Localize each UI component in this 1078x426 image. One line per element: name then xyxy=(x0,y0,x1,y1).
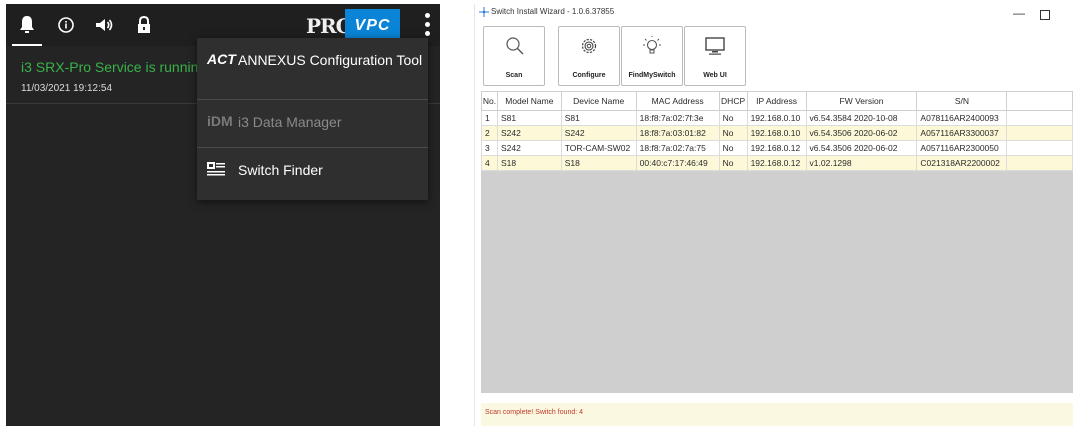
cell-dhcp: No xyxy=(718,140,748,156)
configure-button[interactable]: Configure xyxy=(558,26,620,86)
cell-fw-version: v1.02.1298 xyxy=(805,155,918,171)
active-tab-indicator xyxy=(12,44,42,46)
cell-filler xyxy=(1006,110,1073,126)
cell-model-name: S18 xyxy=(496,155,562,171)
column-header-ip-address[interactable]: IP Address xyxy=(746,91,807,111)
cell-no: 1 xyxy=(481,110,498,126)
cell-dhcp: No xyxy=(718,110,748,126)
menu-item-switch-finder[interactable]: Switch Finder xyxy=(197,148,428,196)
switch-install-wizard-window: Switch Install Wizard - 1.0.6.37855 — Sc… xyxy=(474,4,1073,426)
menu-item-label: Switch Finder xyxy=(238,162,323,178)
column-header-fw-version[interactable]: FW Version xyxy=(805,91,918,111)
scan-button-label: Scan xyxy=(505,72,523,79)
cell-no: 3 xyxy=(481,140,498,156)
switch-table-area: No. Model Name Device Name MAC Address D… xyxy=(481,91,1073,393)
gear-icon xyxy=(578,35,600,57)
cell-mac-address: 18:f8:7a:02:7a:75 xyxy=(635,140,720,156)
findmyswitch-button-label: FindMySwitch xyxy=(628,72,676,79)
switch-table: No. Model Name Device Name MAC Address D… xyxy=(481,91,1073,171)
idm-logo-icon: iDM xyxy=(207,113,233,129)
cell-ip-address: 192.168.0.10 xyxy=(746,110,807,126)
cell-mac-address: 18:f8:7a:02:7f:3e xyxy=(635,110,720,126)
column-header-sn[interactable]: S/N xyxy=(916,91,1008,111)
more-options-icon[interactable] xyxy=(422,13,432,39)
cell-ip-address: 192.168.0.12 xyxy=(746,140,807,156)
lock-icon[interactable] xyxy=(132,13,156,37)
cell-sn: A057116AR3300037 xyxy=(916,125,1008,141)
cell-mac-address: 00:40:c7:17:46:49 xyxy=(635,155,720,171)
cell-mac-address: 18:f8:7a:03:01:82 xyxy=(635,125,720,141)
table-row[interactable]: 2 S242 S242 18:f8:7a:03:01:82 No 192.168… xyxy=(481,125,1073,141)
cell-model-name: S242 xyxy=(496,125,562,141)
cell-no: 4 xyxy=(481,155,498,171)
column-header-model-name[interactable]: Model Name xyxy=(496,91,562,111)
search-icon xyxy=(503,35,525,57)
cell-filler xyxy=(1006,155,1073,171)
cell-device-name: S242 xyxy=(560,125,637,141)
info-icon[interactable] xyxy=(54,13,78,37)
cell-device-name: TOR-CAM-SW02 xyxy=(560,140,637,156)
cell-fw-version: v6.54.3506 2020-06-02 xyxy=(805,125,918,141)
scan-status-message: Scan complete! Switch found: 4 xyxy=(485,409,584,416)
cell-filler xyxy=(1006,125,1073,141)
cell-model-name: S81 xyxy=(496,110,562,126)
cell-device-name: S81 xyxy=(560,110,637,126)
cell-sn: A078116AR2400093 xyxy=(916,110,1008,126)
scan-button[interactable]: Scan xyxy=(483,26,545,86)
lightbulb-icon xyxy=(641,35,663,57)
bell-icon[interactable] xyxy=(15,13,39,37)
column-header-mac-address[interactable]: MAC Address xyxy=(635,91,720,111)
switch-finder-icon xyxy=(207,162,225,179)
web-ui-button-label: Web UI xyxy=(703,72,727,79)
table-row[interactable]: 1 S81 S81 18:f8:7a:02:7f:3e No 192.168.0… xyxy=(481,110,1073,126)
column-header-device-name[interactable]: Device Name xyxy=(560,91,637,111)
overflow-menu: ACT ANNEXUS Configuration Tool iDM i3 Da… xyxy=(197,38,428,200)
cell-filler xyxy=(1006,140,1073,156)
cell-sn: A057116AR2300050 xyxy=(916,140,1008,156)
title-bar[interactable]: Switch Install Wizard - 1.0.6.37855 — xyxy=(475,4,1073,26)
service-status-text: i3 SRX-Pro Service is running xyxy=(21,59,207,75)
cell-fw-version: v6.54.3506 2020-06-02 xyxy=(805,140,918,156)
table-row[interactable]: 4 S18 S18 00:40:c7:17:46:49 No 192.168.0… xyxy=(481,155,1073,171)
table-row[interactable]: 3 S242 TOR-CAM-SW02 18:f8:7a:02:7a:75 No… xyxy=(481,140,1073,156)
menu-item-label: i3 Data Manager xyxy=(238,114,342,130)
menu-item-annexus-config-tool[interactable]: ACT ANNEXUS Configuration Tool xyxy=(197,38,428,86)
column-header-dhcp[interactable]: DHCP xyxy=(718,91,748,111)
speaker-icon[interactable] xyxy=(92,13,116,37)
cell-dhcp: No xyxy=(718,155,748,171)
cell-device-name: S18 xyxy=(560,155,637,171)
window-title: Switch Install Wizard - 1.0.6.37855 xyxy=(491,7,615,16)
cell-sn: C021318AR2200002 xyxy=(916,155,1008,171)
cell-model-name: S242 xyxy=(496,140,562,156)
cell-fw-version: v6.54.3584 2020-10-08 xyxy=(805,110,918,126)
column-header-no[interactable]: No. xyxy=(481,91,498,111)
act-logo-icon: ACT xyxy=(207,51,236,67)
service-status-timestamp: 11/03/2021 19:12:54 xyxy=(21,83,113,94)
web-ui-button[interactable]: Web UI xyxy=(684,26,746,86)
notification-panel: PRO VPC i3 SRX-Pro Service is running 11… xyxy=(6,4,440,426)
findmyswitch-button[interactable]: FindMySwitch xyxy=(621,26,683,86)
minimize-button[interactable]: — xyxy=(1013,6,1025,20)
cell-ip-address: 192.168.0.12 xyxy=(746,155,807,171)
menu-item-label: ANNEXUS Configuration Tool xyxy=(238,52,423,68)
cell-ip-address: 192.168.0.10 xyxy=(746,125,807,141)
monitor-icon xyxy=(704,35,726,57)
menu-item-i3-data-manager[interactable]: iDM i3 Data Manager xyxy=(197,100,428,148)
column-header-filler xyxy=(1006,91,1073,111)
cell-no: 2 xyxy=(481,125,498,141)
status-bar: Scan complete! Switch found: 4 xyxy=(481,403,1073,426)
configure-button-label: Configure xyxy=(572,72,606,79)
maximize-button[interactable] xyxy=(1040,10,1050,20)
table-header-row: No. Model Name Device Name MAC Address D… xyxy=(481,91,1073,111)
cell-dhcp: No xyxy=(718,125,748,141)
app-icon xyxy=(479,7,489,17)
